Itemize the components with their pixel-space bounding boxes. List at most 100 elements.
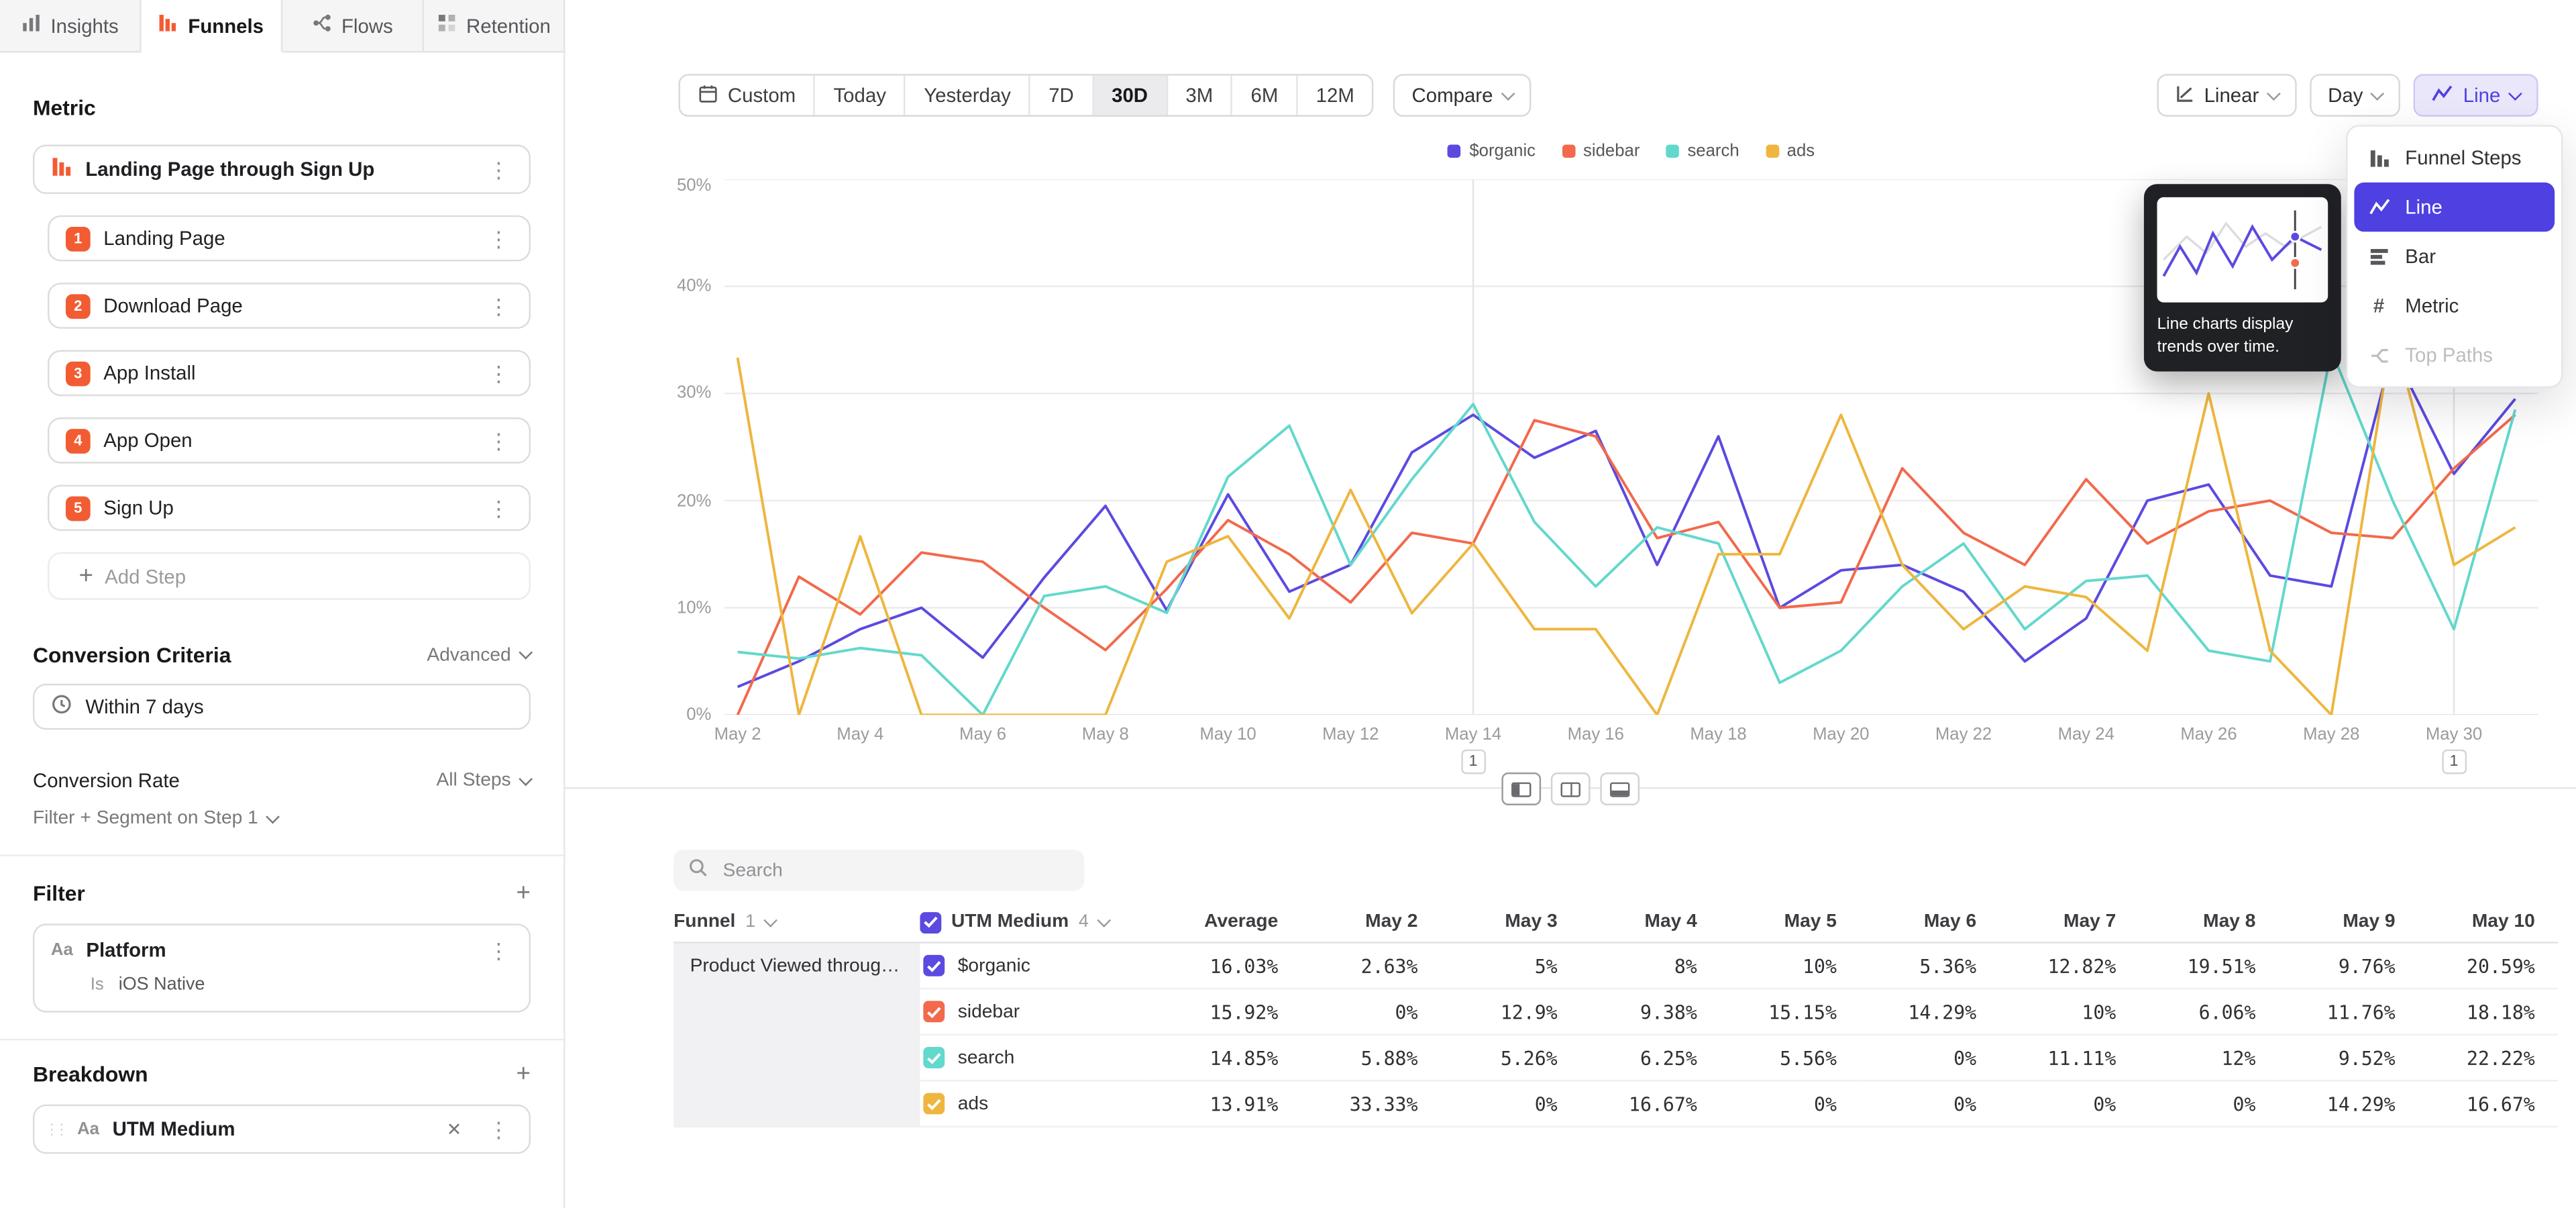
step-number-badge: 3 [66, 361, 91, 386]
funnel-step-1[interactable]: 1 Landing Page ⋮ [48, 215, 531, 262]
layout-split-right-button[interactable] [1551, 772, 1591, 805]
table-search[interactable] [674, 850, 1084, 891]
date-column-header[interactable]: May 3 [1441, 902, 1580, 942]
legend-item[interactable]: $organic [1448, 142, 1536, 161]
menu-item-funnel-steps[interactable]: Funnel Steps [2354, 133, 2555, 182]
funnel-step-5[interactable]: 5 Sign Up ⋮ [48, 485, 531, 531]
date-column-header[interactable]: May 8 [2139, 902, 2279, 942]
compare-button[interactable]: Compare [1394, 74, 1531, 117]
table-row: search14.85%5.88%5.26%6.25%5.56%0%11.11%… [674, 1035, 2558, 1081]
funnel-step-4[interactable]: 4 App Open ⋮ [48, 417, 531, 464]
value-cell: 5.36% [1860, 942, 1999, 989]
kebab-menu-icon[interactable]: ⋮ [484, 1119, 513, 1140]
breakdown-property-card[interactable]: ⋮⋮ Aa UTM Medium ✕ ⋮ [33, 1105, 531, 1154]
search-input[interactable] [720, 859, 1070, 882]
y-axis-label: 40% [677, 276, 711, 296]
legend-item[interactable]: search [1666, 142, 1739, 161]
date-column-header[interactable]: May 10 [2418, 902, 2558, 942]
funnel-name: Landing Page through Sign Up [85, 158, 472, 181]
series-checkbox[interactable] [923, 1047, 945, 1068]
step-number-badge: 4 [66, 428, 91, 453]
date-column-header[interactable]: May 5 [1720, 902, 1860, 942]
kebab-menu-icon[interactable]: ⋮ [484, 362, 513, 384]
date-column-header[interactable]: May 7 [1999, 902, 2139, 942]
annotation-badge[interactable]: 1 [2442, 750, 2467, 774]
kebab-menu-icon[interactable]: ⋮ [484, 430, 513, 451]
filter-value[interactable]: iOS Native [119, 974, 205, 994]
date-column-header[interactable]: May 6 [1860, 902, 1999, 942]
date-column-header[interactable]: May 2 [1301, 902, 1441, 942]
x-axis-label: May 28 [2303, 725, 2359, 744]
series-checkbox[interactable] [923, 1093, 945, 1115]
kebab-menu-icon[interactable]: ⋮ [484, 228, 513, 249]
funnel-step-2[interactable]: 2 Download Page ⋮ [48, 283, 531, 329]
filter-property-name: Platform [86, 938, 166, 961]
series-label-cell: $organic [920, 942, 1150, 989]
breakdown-column-header[interactable]: UTM Medium4 [920, 902, 1150, 942]
string-property-icon: Aa [77, 1119, 99, 1139]
value-cell: 6.25% [1580, 1035, 1720, 1081]
series-label: search [958, 1048, 1015, 1067]
line-chart-preview [2157, 197, 2328, 303]
granularity-button[interactable]: Day [2310, 74, 2401, 117]
layout-split-bottom-button[interactable] [1600, 772, 1640, 805]
menu-item-line[interactable]: Line [2354, 183, 2555, 232]
add-filter-button[interactable]: + [517, 881, 531, 906]
chevron-down-icon [1097, 913, 1111, 927]
tab-funnels[interactable]: Funnels [142, 0, 283, 52]
value-cell: 10% [1999, 989, 2139, 1035]
kebab-menu-icon[interactable]: ⋮ [484, 940, 513, 961]
kebab-menu-icon[interactable]: ⋮ [484, 158, 513, 180]
menu-item-metric[interactable]: # Metric [2354, 281, 2555, 330]
date-range-today[interactable]: Today [816, 76, 906, 115]
select-all-checkbox[interactable] [920, 911, 941, 933]
date-range-custom[interactable]: Custom [680, 76, 816, 115]
date-range-yesterday[interactable]: Yesterday [906, 76, 1030, 115]
scale-button[interactable]: Linear [2157, 74, 2297, 117]
legend-item[interactable]: ads [1766, 142, 1815, 161]
table-layout-toggles [565, 772, 2576, 805]
date-range-30d[interactable]: 30D [1093, 76, 1167, 115]
funnel-column-header[interactable]: Funnel1 [674, 902, 920, 942]
tab-retention[interactable]: Retention [424, 0, 566, 52]
filter-property-card[interactable]: Aa Platform ⋮ Is iOS Native [33, 923, 531, 1012]
menu-item-bar[interactable]: Bar [2354, 232, 2555, 281]
date-range-6m[interactable]: 6M [1233, 76, 1298, 115]
legend-item[interactable]: sidebar [1562, 142, 1640, 161]
drag-handle-icon[interactable]: ⋮⋮ [44, 1120, 64, 1138]
annotation-row: 11 [724, 750, 2538, 774]
all-steps-dropdown[interactable]: All Steps [436, 771, 531, 791]
filter-operator[interactable]: Is [91, 974, 104, 994]
value-cell: 12.9% [1441, 989, 1580, 1035]
remove-breakdown-icon[interactable]: ✕ [447, 1119, 462, 1140]
date-range-3m[interactable]: 3M [1167, 76, 1232, 115]
chart-type-button[interactable]: Line [2414, 74, 2538, 117]
filter-segment-dropdown[interactable]: Filter + Segment on Step 1 [33, 809, 531, 828]
funnel-step-3[interactable]: 3 App Install ⋮ [48, 350, 531, 397]
add-breakdown-button[interactable]: + [517, 1062, 531, 1087]
x-axis-label: May 24 [2058, 725, 2114, 744]
tab-label: Flows [341, 14, 393, 37]
layout-split-left-button[interactable] [1501, 772, 1541, 805]
conversion-window-card[interactable]: Within 7 days [33, 684, 531, 730]
bar-chart-icon [2367, 246, 2390, 267]
funnel-cell[interactable]: Product Viewed through P... [674, 942, 920, 1126]
chevron-down-icon [519, 646, 533, 660]
tab-insights[interactable]: Insights [0, 0, 142, 52]
add-step-button[interactable]: + Add Step [48, 552, 531, 600]
annotation-badge[interactable]: 1 [1461, 750, 1486, 774]
series-checkbox[interactable] [923, 955, 945, 976]
value-cell: 11.11% [1999, 1035, 2139, 1081]
date-column-header[interactable]: May 9 [2279, 902, 2418, 942]
advanced-dropdown[interactable]: Advanced [427, 645, 531, 664]
funnel-card[interactable]: Landing Page through Sign Up ⋮ [33, 145, 531, 194]
date-range-12m[interactable]: 12M [1298, 76, 1373, 115]
step-label: App Install [103, 362, 472, 385]
tab-flows[interactable]: Flows [282, 0, 424, 52]
legend-swatch [1448, 145, 1462, 158]
series-checkbox[interactable] [923, 1001, 945, 1022]
date-range-7d[interactable]: 7D [1030, 76, 1093, 115]
kebab-menu-icon[interactable]: ⋮ [484, 295, 513, 317]
kebab-menu-icon[interactable]: ⋮ [484, 497, 513, 519]
date-column-header[interactable]: May 4 [1580, 902, 1720, 942]
